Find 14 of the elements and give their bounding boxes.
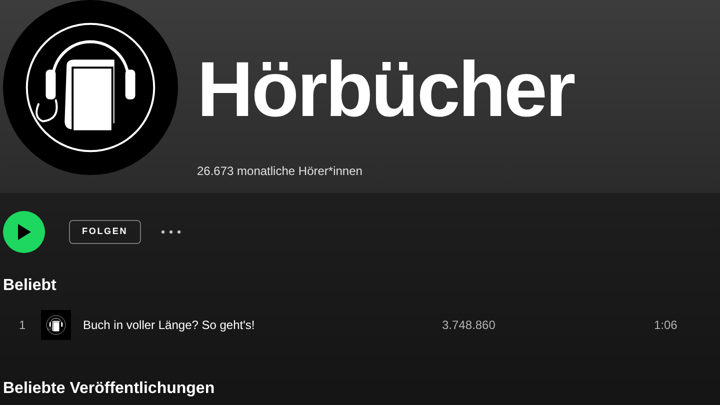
track-number: 1 [18,317,27,334]
monthly-listeners: 26.673 monatliche Hörer*innen [197,163,364,180]
play-icon [17,224,31,240]
track-cover-icon [43,312,69,338]
follow-button[interactable]: FOLGEN [69,220,141,244]
track-duration: 1:06 [654,317,678,334]
section-heading: Beliebte Veröffentlichungen [3,379,216,399]
track-plays: 3.748.860 [442,317,496,334]
more-icon [160,230,181,234]
track-title: Buch in voller Länge? So geht's! [83,317,256,334]
artist-name: Hörbücher [197,50,574,128]
section-heading: Beliebt [3,276,58,296]
play-button[interactable] [3,211,45,253]
track-row[interactable]: 1 Buch in voller Länge? So geht's! 3.748.860 1:06 [0,308,720,342]
